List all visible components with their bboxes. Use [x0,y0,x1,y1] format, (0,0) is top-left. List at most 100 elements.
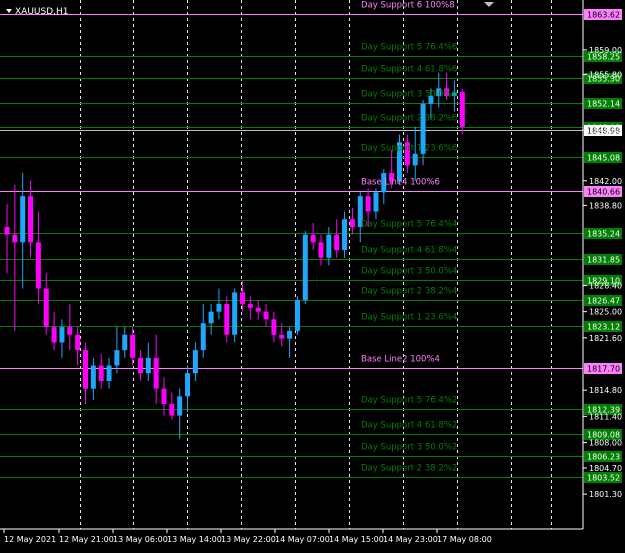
level-price-tag-text-11: 1823.12 [587,323,620,332]
candle-body-6 [51,327,57,343]
x-tick-label-2: 13 May 06:00 [113,535,168,544]
level-label-9: Day Support 3 50.0%4 [361,267,457,277]
candle-body-37 [294,300,300,331]
level-price-tag-text-16: 1803.52 [587,474,620,483]
x-tick-label-8: 17 May 08:00 [437,535,492,544]
symbol-label: XAUUSD,H1 [15,7,69,17]
candle-body-12 [98,365,104,381]
level-price-tag-text-15: 1806.23 [587,453,620,462]
level-label-8: Day Support 4 61.8%4 [361,246,457,256]
level-label-13: Day Support 5 76.4%2 [361,396,457,406]
candle-body-26 [208,311,214,324]
level-price-tag-text-5: 1845.08 [587,154,620,163]
level-label-15: Day Support 3 50.0%2 [361,443,457,453]
level-label-16: Day Support 2 38.2%2 [361,464,457,474]
y-tick-label-8: 1814.80 [589,386,622,395]
candle-body-24 [192,350,198,374]
level-label-10: Day Support 2 38.2%4 [361,287,457,297]
candle-body-41 [326,234,332,258]
candle-body-29 [232,292,238,335]
candle-body-21 [169,404,175,416]
x-tick-label-5: 14 May 07:00 [275,535,330,544]
level-label-4: Day Support 2 38.2%6 [361,114,457,124]
level-price-tag-text-0: 1863.62 [587,11,620,20]
level-label-14: Day Support 4 61.8%2 [361,421,457,431]
candle-body-58 [459,92,465,127]
candle-body-46 [365,196,371,212]
x-tick-label-7: 14 May 23:00 [383,535,438,544]
candle-body-38 [302,234,308,301]
symbol-header[interactable]: XAUUSD,H1 [6,7,69,17]
candle-body-28 [224,303,230,335]
level-label-12: Base Line2 100%4 [361,355,440,365]
candle-body-16 [130,334,136,358]
chart-background [0,0,625,549]
y-tick-label-2: 1848.60 [589,126,622,135]
candle-body-30 [240,292,245,304]
candle-body-43 [342,219,348,251]
candle-body-13 [106,365,112,381]
candle-body-0 [4,226,10,235]
x-tick-label-4: 13 May 22:00 [221,535,276,544]
candle-body-1 [12,234,18,243]
y-tick-label-1: 1855.80 [589,70,622,79]
level-price-tag-text-3: 1852.14 [587,100,620,109]
candle-body-34 [271,319,277,335]
x-tick-label-3: 13 May 14:00 [167,535,222,544]
level-label-7: Day Support 5 76.4%4 [361,220,457,230]
candle-body-14 [114,350,120,366]
candle-body-36 [287,330,293,339]
y-tick-label-12: 1801.30 [589,490,622,499]
candle-body-52 [412,153,418,166]
level-label-11: Day Support 1 23.6%4 [361,313,457,323]
level-label-5: Day Support 1 23.6%6 [361,144,457,154]
chart-area[interactable]: Day Support 6 100%8 Day Support 5 76.4%6 D… [0,0,625,549]
y-tick-label-4: 1838.80 [589,201,622,210]
x-tick-label-0: 12 May 2021 [4,535,56,544]
candle-body-19 [153,357,159,389]
y-tick-label-5: 1828.40 [589,281,622,290]
candle-body-17 [137,357,143,374]
y-tick-label-3: 1842.00 [589,177,622,186]
candle-body-3 [28,196,34,243]
candle-body-23 [185,373,191,397]
candle-body-5 [43,288,49,328]
candle-body-42 [334,234,340,251]
level-price-tag-text-12: 1817.70 [587,365,620,374]
x-tick-label-1: 12 May 21:00 [59,535,114,544]
candle-body-18 [145,357,151,374]
candle-body-22 [177,396,183,416]
candle-body-4 [35,242,41,289]
candle-body-27 [216,303,222,312]
x-tick-label-6: 14 May 15:00 [329,535,384,544]
level-price-tag-text-6: 1840.66 [587,188,620,197]
candle-body-15 [122,334,128,351]
candle-body-8 [67,327,73,335]
candle-body-44 [349,219,355,227]
candle-body-11 [90,365,96,389]
y-tick-label-0: 1859.00 [589,46,622,55]
level-label-1: Day Support 5 76.4%6 [361,43,457,53]
candle-body-47 [373,192,379,212]
y-tick-label-9: 1811.40 [589,412,622,421]
price-chart[interactable]: Day Support 6 100%8 Day Support 5 76.4%6 D… [0,0,625,549]
candle-body-35 [279,334,285,339]
y-tick-label-10: 1808.00 [589,439,622,448]
level-price-tag-text-10: 1826.47 [587,297,620,306]
candle-body-39 [310,234,316,243]
candle-body-25 [200,323,206,351]
candle-body-7 [59,327,65,343]
level-price-tag-text-8: 1831.85 [587,256,620,265]
level-price-tag-text-7: 1835.24 [587,230,620,239]
level-label-2: Day Support 4 61.8%6 [361,65,457,75]
y-tick-label-6: 1825.00 [589,308,622,317]
candle-body-2 [20,196,26,243]
y-tick-label-11: 1804.70 [589,464,622,473]
y-tick-label-7: 1821.60 [589,334,622,343]
candle-body-9 [75,334,81,351]
candle-body-31 [247,303,253,308]
level-label-6: Base Line4 100%6 [361,178,440,188]
candle-body-33 [263,311,269,320]
candle-body-40 [318,242,324,258]
candle-body-20 [161,388,167,405]
